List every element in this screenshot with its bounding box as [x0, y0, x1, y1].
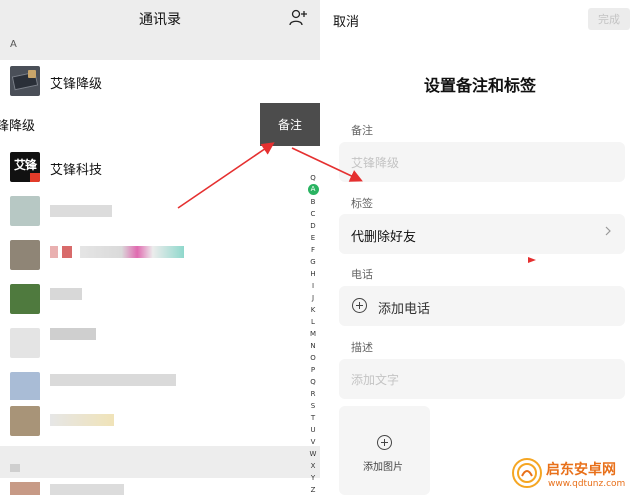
index-letter[interactable]: B — [306, 196, 320, 208]
remark-input[interactable]: 艾锋降级 — [339, 142, 625, 182]
add-contact-icon[interactable] — [288, 8, 308, 28]
contacts-panel: 通讯录 A 艾锋降级 锋降级 备注 艾锋 艾锋科技 Q A B C D E F … — [0, 0, 320, 495]
cancel-button[interactable]: 取消 — [333, 11, 359, 30]
index-letter[interactable]: O — [306, 352, 320, 364]
index-letter[interactable]: Q — [306, 376, 320, 388]
description-placeholder: 添加文字 — [351, 373, 400, 387]
avatar — [10, 328, 40, 358]
index-letter[interactable]: Y — [306, 472, 320, 484]
index-letter[interactable]: A — [307, 184, 319, 195]
contact-row[interactable]: 艾锋降级 — [0, 60, 320, 104]
index-letter[interactable]: Z — [306, 484, 320, 495]
index-letter[interactable]: U — [306, 424, 320, 436]
index-letter[interactable]: M — [306, 328, 320, 340]
watermark-badge-icon — [512, 458, 542, 488]
add-phone-button[interactable]: 添加电话 — [339, 286, 625, 326]
avatar — [10, 196, 40, 226]
index-letter[interactable]: K — [306, 304, 320, 316]
index-letter[interactable]: I — [306, 280, 320, 292]
phone-label: 电话 — [351, 268, 373, 281]
avatar — [10, 406, 40, 436]
page-title: 设置备注和标签 — [423, 76, 536, 95]
watermark-logo: 启东安卓网 www.qdtunz.com — [512, 458, 636, 492]
index-letter[interactable]: L — [306, 316, 320, 328]
add-image-button[interactable]: 添加图片 — [339, 406, 430, 495]
avatar-text: 艾锋 — [13, 158, 37, 172]
index-letter[interactable]: J — [306, 292, 320, 304]
contact-row[interactable]: 艾锋 艾锋科技 — [0, 146, 320, 190]
index-letter[interactable]: V — [306, 436, 320, 448]
index-letter[interactable]: R — [306, 388, 320, 400]
index-letter[interactable]: X — [306, 460, 320, 472]
contact-row-blurred[interactable] — [0, 400, 320, 446]
description-label: 描述 — [351, 341, 373, 354]
avatar: 艾锋 — [10, 152, 40, 182]
index-letter[interactable]: W — [306, 448, 320, 460]
avatar — [10, 284, 40, 314]
index-letter[interactable]: T — [306, 412, 320, 424]
remark-button[interactable]: 备注 — [260, 103, 320, 146]
index-letter[interactable]: P — [306, 364, 320, 376]
index-letter[interactable]: N — [306, 340, 320, 352]
contact-row-blurred[interactable] — [0, 234, 320, 278]
section-header-a: A — [10, 39, 17, 50]
watermark-title: 启东安卓网 — [546, 462, 616, 478]
remark-placeholder: 艾锋降级 — [351, 156, 400, 170]
watermark-url: www.qdtunz.com — [548, 479, 626, 489]
plus-circle-icon — [352, 298, 367, 313]
index-letter[interactable]: D — [306, 220, 320, 232]
contact-name: 艾锋降级 — [50, 77, 103, 92]
tag-label: 标签 — [351, 197, 373, 210]
add-image-label: 添加图片 — [363, 462, 403, 473]
contact-row-blurred[interactable] — [0, 190, 320, 234]
remark-label: 备注 — [351, 124, 373, 137]
index-letter[interactable]: E — [306, 232, 320, 244]
index-letter[interactable]: Q — [306, 172, 320, 184]
avatar — [10, 372, 40, 402]
contacts-header: 通讯录 — [0, 0, 320, 36]
tag-value: 代删除好友 — [351, 230, 417, 245]
chevron-right-icon — [605, 226, 611, 236]
index-letter[interactable]: H — [306, 268, 320, 280]
index-letter[interactable]: F — [306, 244, 320, 256]
contact-name: 锋降级 — [0, 119, 36, 134]
alphabet-index[interactable]: QABCDEFGHIJKLMNOPQRSTUVWXYZ# — [306, 172, 320, 495]
description-input[interactable]: 添加文字 — [339, 359, 625, 399]
index-letter[interactable]: C — [306, 208, 320, 220]
index-letter[interactable]: S — [306, 400, 320, 412]
tag-selector[interactable]: 代删除好友 — [339, 214, 625, 254]
add-phone-label: 添加电话 — [378, 302, 431, 317]
contact-row-blurred[interactable] — [0, 278, 320, 322]
contact-name: 艾锋科技 — [50, 163, 103, 178]
contact-row-blurred[interactable] — [0, 322, 320, 366]
done-button[interactable]: 完成 — [588, 8, 630, 30]
contact-row-blurred[interactable] — [0, 478, 320, 495]
avatar — [10, 240, 40, 270]
plus-circle-icon — [377, 435, 392, 450]
contacts-title: 通讯录 — [139, 12, 181, 28]
avatar — [10, 66, 40, 96]
index-letter[interactable]: G — [306, 256, 320, 268]
remark-editor-panel: 取消 完成 设置备注和标签 备注 艾锋降级 标签 代删除好友 电话 添加电话 描… — [320, 0, 640, 495]
